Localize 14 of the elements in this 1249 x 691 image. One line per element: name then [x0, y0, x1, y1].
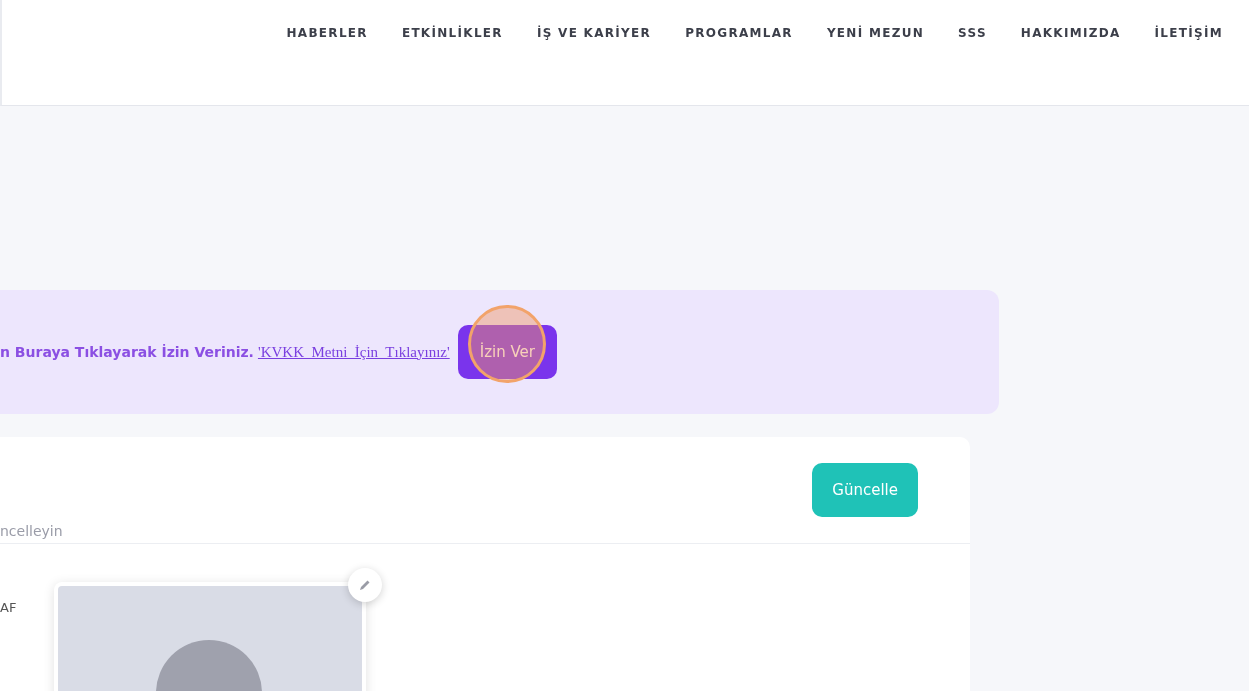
consent-text: n Buraya Tıklayarak İzin Veriniz.: [0, 343, 254, 360]
nav-link[interactable]: YENİ MEZUN: [826, 25, 925, 41]
edit-button[interactable]: [348, 568, 383, 602]
nav-link[interactable]: ETKİNLİKLER: [401, 25, 503, 41]
pencil-icon: [358, 578, 373, 592]
nav-link[interactable]: İLETİŞİM: [1154, 25, 1223, 41]
card-subtitle: ncelleyin: [0, 523, 63, 539]
kvkk-link[interactable]: 'KVKK Metni İçin Tıklayınız': [257, 343, 450, 361]
nav-link[interactable]: PROGRAMLAR: [685, 25, 793, 41]
nav-link[interactable]: İŞ VE KARİYER: [536, 25, 652, 41]
nav-link[interactable]: HABERLER: [286, 25, 368, 41]
nav-link[interactable]: SSS: [958, 25, 987, 41]
field-label: AF: [0, 600, 17, 617]
nav-link[interactable]: HAKKIMIZDA: [1020, 25, 1121, 41]
